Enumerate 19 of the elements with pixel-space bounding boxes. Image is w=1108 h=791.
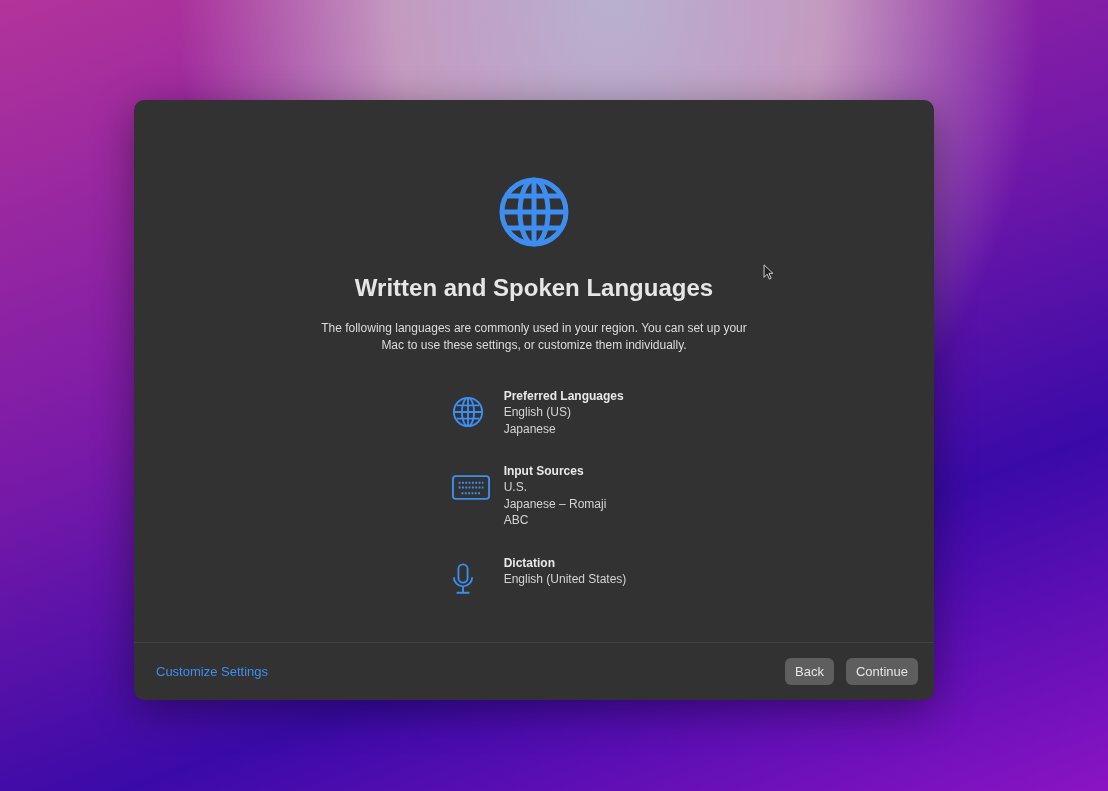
section-value: English (United States) xyxy=(503,570,627,587)
keyboard-icon xyxy=(451,474,490,500)
page-title: Written and Spoken Languages xyxy=(354,274,714,302)
back-button[interactable]: Back xyxy=(785,658,834,685)
section-value: Japanese xyxy=(503,420,557,437)
microphone-icon xyxy=(451,562,474,595)
globe-icon xyxy=(498,176,570,248)
section-value: U.S. xyxy=(503,479,528,496)
continue-button[interactable]: Continue xyxy=(845,658,918,685)
section-value: English (US) xyxy=(503,404,572,421)
section-heading: Input Sources xyxy=(503,463,585,479)
section-heading: Preferred Languages xyxy=(503,388,624,404)
section-heading: Dictation xyxy=(503,554,556,571)
globe-icon xyxy=(451,396,484,428)
section-value: ABC xyxy=(503,512,530,529)
customize-settings-link[interactable]: Customize Settings xyxy=(156,664,268,679)
description-text: The following languages are commonly used in your region. You can set up your Mac to use these settings, or customize them individually. xyxy=(320,320,748,354)
section-value: Japanese – Romaji xyxy=(503,495,607,512)
mouse-pointer-icon xyxy=(763,264,774,280)
